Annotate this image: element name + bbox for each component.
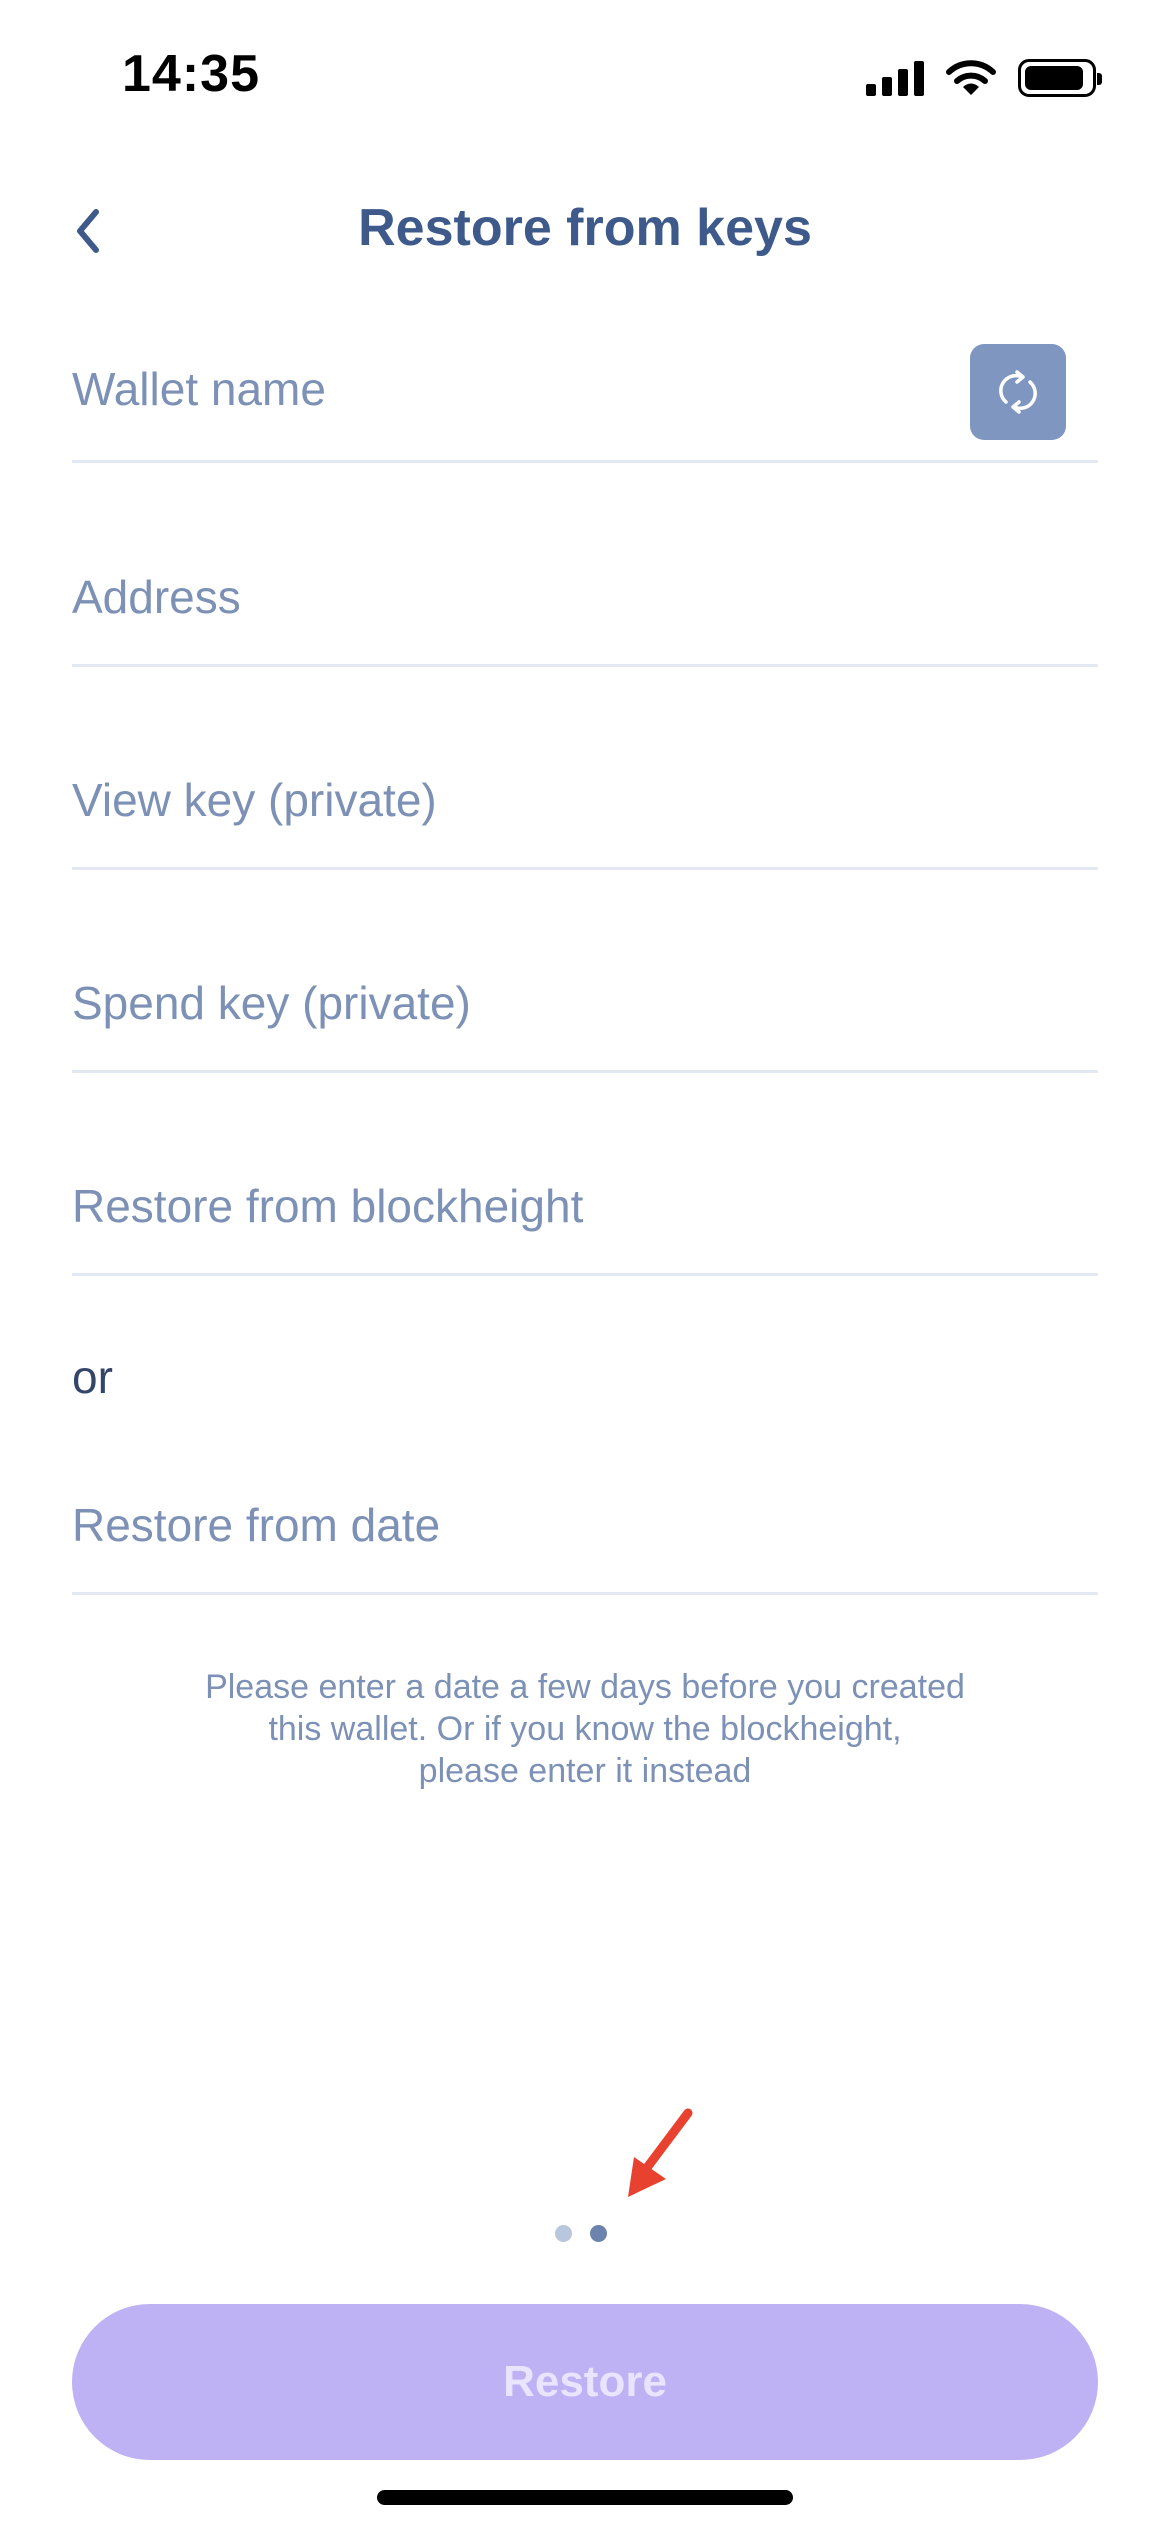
status-time: 14:35 xyxy=(122,45,260,103)
wallet-name-field[interactable]: Wallet name xyxy=(72,362,1098,463)
page-dot-2[interactable] xyxy=(590,2225,607,2242)
home-indicator xyxy=(377,2490,793,2505)
battery-icon xyxy=(1018,59,1102,97)
annotation-arrow-icon xyxy=(628,2108,693,2197)
restore-button[interactable]: Restore xyxy=(72,2304,1098,2460)
status-icons xyxy=(866,56,1102,100)
page-indicator xyxy=(555,2225,607,2242)
restore-hint-text: Please enter a date a few days before yo… xyxy=(205,1668,965,1790)
refresh-icon xyxy=(999,370,1037,414)
blockheight-label: Restore from blockheight xyxy=(72,1180,584,1232)
wallet-name-label: Wallet name xyxy=(72,363,326,415)
address-label: Address xyxy=(72,571,241,623)
page-title: Restore from keys xyxy=(358,199,812,257)
date-field[interactable]: Restore from date xyxy=(72,1492,1098,1595)
page-dot-1[interactable] xyxy=(555,2225,572,2242)
generate-name-button[interactable] xyxy=(970,344,1066,440)
spend-key-label: Spend key (private) xyxy=(72,977,471,1029)
spend-key-field[interactable]: Spend key (private) xyxy=(72,970,1098,1073)
cellular-signal-icon xyxy=(866,60,924,96)
or-separator: or xyxy=(72,1351,113,1403)
date-label: Restore from date xyxy=(72,1499,441,1551)
restore-from-keys-screen: 14:35 Restore from keys Wallet name Addr… xyxy=(0,0,1170,2532)
wifi-icon xyxy=(946,60,996,95)
blockheight-field[interactable]: Restore from blockheight xyxy=(72,1173,1098,1276)
view-key-field[interactable]: View key (private) xyxy=(72,767,1098,870)
view-key-label: View key (private) xyxy=(72,774,437,826)
address-field[interactable]: Address xyxy=(72,564,1098,667)
